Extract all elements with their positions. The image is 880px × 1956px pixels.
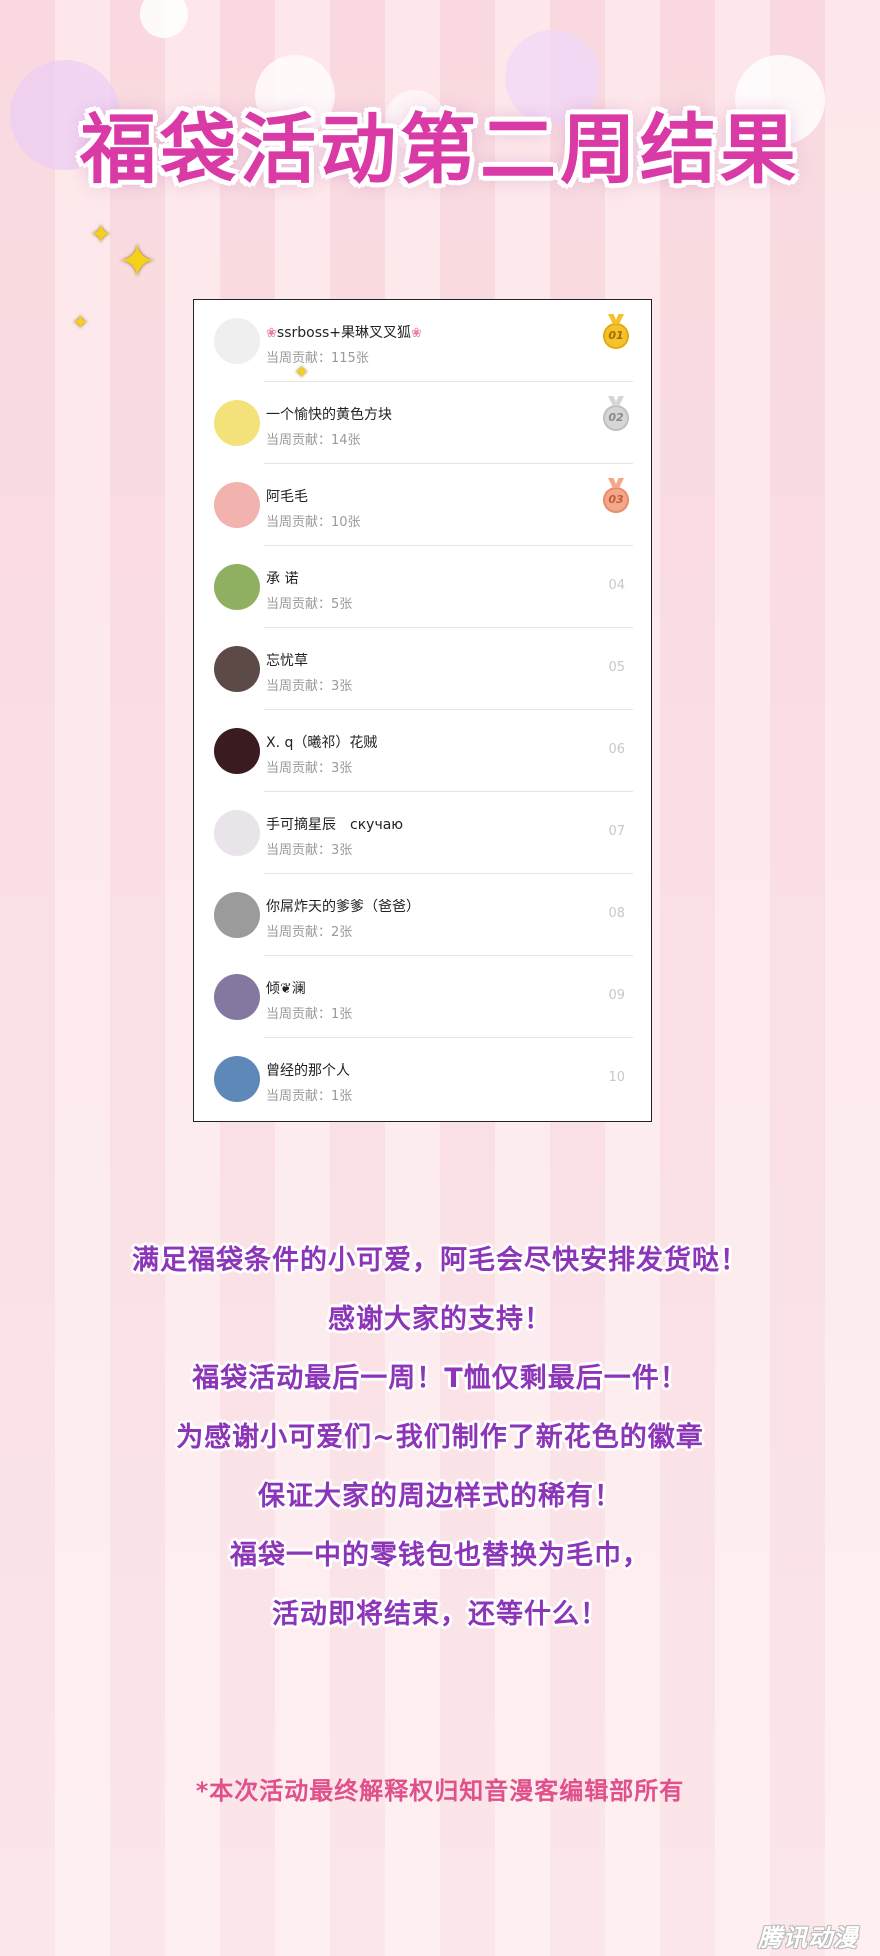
rank-number: 07 — [608, 824, 625, 839]
flower-icon: ❀ — [411, 326, 422, 341]
contribution-count: 当周贡献：115张 — [266, 351, 369, 366]
rank-number: 05 — [608, 660, 625, 675]
user-name: 一个愉快的黄色方块 — [266, 407, 392, 423]
avatar — [214, 728, 260, 774]
rank-number: 10 — [608, 1070, 625, 1085]
user-name: 阿毛毛 — [266, 489, 308, 505]
user-name: 承 诺 — [266, 571, 299, 587]
user-name: 倾❦澜 — [266, 981, 306, 997]
page-title: 福袋活动第二周结果 — [80, 105, 800, 194]
sparkle-icon: ✦ — [118, 234, 157, 288]
avatar — [214, 646, 260, 692]
rank-number: 06 — [608, 742, 625, 757]
leaderboard-row[interactable]: X. q（曦祁）花贼 当周贡献：3张 06 — [194, 710, 651, 792]
avatar — [214, 892, 260, 938]
gold-medal-icon: 01 — [603, 323, 629, 349]
avatar — [214, 400, 260, 446]
contribution-count: 当周贡献：5张 — [266, 597, 353, 612]
avatar — [214, 564, 260, 610]
contribution-count: 当周贡献：14张 — [266, 433, 361, 448]
message-line: 福袋一中的零钱包也替换为毛巾， — [230, 1540, 650, 1571]
user-name: 你屌炸天的爹爹（爸爸） — [266, 899, 420, 915]
message-line: 活动即将结束，还等什么！ — [272, 1599, 608, 1630]
user-name: X. q（曦祁）花贼 — [266, 735, 378, 751]
message-line: 为感谢小可爱们~我们制作了新花色的徽章 — [176, 1422, 704, 1453]
leaderboard-row[interactable]: 忘忧草 当周贡献：3张 05 — [194, 628, 651, 710]
contribution-count: 当周贡献：3张 — [266, 843, 353, 858]
user-name: 曾经的那个人 — [266, 1063, 350, 1079]
contribution-count: 当周贡献：3张 — [266, 679, 353, 694]
user-name: ❀ssrboss+果琳叉叉狐❀ — [266, 322, 422, 342]
leaderboard-row[interactable]: 阿毛毛 当周贡献：10张 03 — [194, 464, 651, 546]
leaderboard-row[interactable]: 承 诺 当周贡献：5张 04 — [194, 546, 651, 628]
user-name: 手可摘星辰 скучаю — [266, 817, 404, 833]
leaderboard-row[interactable]: 曾经的那个人 当周贡献：1张 10 — [194, 1038, 651, 1120]
flower-icon: ❀ — [266, 326, 277, 341]
contribution-count: 当周贡献：3张 — [266, 761, 353, 776]
contribution-count: 当周贡献：1张 — [266, 1007, 353, 1022]
rank-number: 09 — [608, 988, 625, 1003]
contribution-count: 当周贡献：1张 — [266, 1089, 353, 1104]
watermark-logo: 腾讯动漫 — [758, 1924, 858, 1952]
leaderboard-row[interactable]: 你屌炸天的爹爹（爸爸） 当周贡献：2张 08 — [194, 874, 651, 956]
avatar — [214, 482, 260, 528]
message-line: 满足福袋条件的小可爱，阿毛会尽快安排发货哒！ — [132, 1245, 748, 1276]
rank-number: 08 — [608, 906, 625, 921]
disclaimer-text: *本次活动最终解释权归知音漫客编辑部所有 — [195, 1777, 685, 1805]
contribution-count: 当周贡献：2张 — [266, 925, 353, 940]
user-name-text: ssrboss+果琳叉叉狐 — [276, 325, 412, 341]
message-line: 感谢大家的支持！ — [328, 1304, 552, 1335]
sparkle-icon: ✦ — [90, 220, 112, 250]
message-line: 保证大家的周边样式的稀有！ — [258, 1481, 622, 1512]
contribution-count: 当周贡献：10张 — [266, 515, 361, 530]
avatar — [214, 810, 260, 856]
leaderboard-row[interactable]: 手可摘星辰 скучаю 当周贡献：3张 07 — [194, 792, 651, 874]
leaderboard-row[interactable]: ❀ssrboss+果琳叉叉狐❀ 当周贡献：115张 01 — [194, 300, 651, 382]
leaderboard-row[interactable]: 倾❦澜 当周贡献：1张 09 — [194, 956, 651, 1038]
avatar — [214, 1056, 260, 1102]
sparkle-icon: ✦ — [72, 310, 89, 334]
leaderboard-row[interactable]: 一个愉快的黄色方块 当周贡献：14张 02 — [194, 382, 651, 464]
bokeh-decoration — [140, 0, 188, 38]
rank-number: 04 — [608, 578, 625, 593]
silver-medal-icon: 02 — [603, 405, 629, 431]
avatar — [214, 318, 260, 364]
message-line: 福袋活动最后一周！T恤仅剩最后一件！ — [192, 1363, 688, 1394]
sparkle-icon: ✦ — [294, 362, 310, 383]
leaderboard-panel: ❀ssrboss+果琳叉叉狐❀ 当周贡献：115张 01 一个愉快的黄色方块 当… — [193, 299, 652, 1122]
avatar — [214, 974, 260, 1020]
user-name: 忘忧草 — [266, 653, 308, 669]
bronze-medal-icon: 03 — [603, 487, 629, 513]
